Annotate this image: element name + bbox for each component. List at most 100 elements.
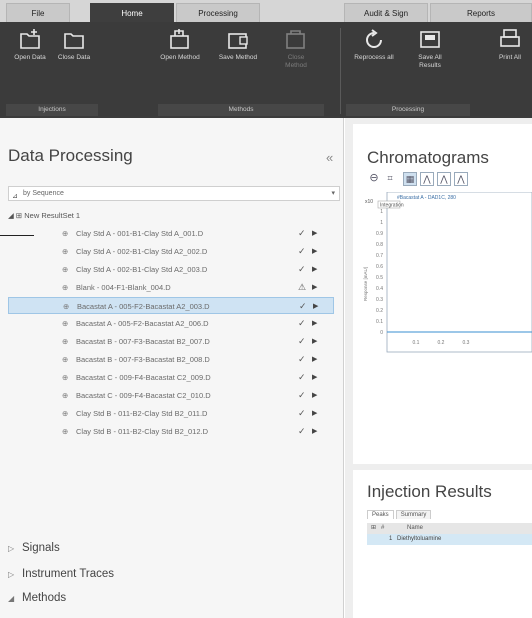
y-tick: 0.8: [376, 242, 383, 248]
y-tick: 0: [380, 330, 383, 336]
injection-label: Clay Std A - 001-B1-Clay Std A_001.D: [76, 229, 204, 238]
play-icon[interactable]: ▶: [312, 279, 317, 296]
tab-peaks[interactable]: Peaks: [367, 510, 394, 519]
save-all-results-button[interactable]: Save All Results: [410, 28, 450, 94]
table-row[interactable]: ⊕ Clay Std B - 011-B2-Clay Std B2_011.D …: [8, 405, 334, 422]
tab-audit-sign[interactable]: Audit & Sign: [344, 3, 428, 22]
y-tick: 0.9: [376, 231, 383, 237]
close-method-icon: [286, 30, 305, 49]
injection-label: Bacastat B - 007-F3-Bacastat B2_008.D: [76, 355, 210, 364]
y-axis-label: Response [mAU]: [363, 267, 368, 301]
section-instrument-traces-label: Instrument Traces: [22, 568, 115, 580]
table-row[interactable]: ⊕ Blank - 004-F1-Blank_004.D ⚠ ▶: [8, 279, 334, 296]
status-check-icon: ✓: [298, 408, 306, 418]
play-icon[interactable]: ▶: [312, 351, 317, 368]
peak-name: Diethyltoluamine: [397, 536, 442, 542]
play-icon[interactable]: ▶: [312, 315, 317, 332]
x-tick: 0.3: [463, 340, 470, 346]
injection-icon: ⊕: [63, 302, 70, 311]
save-method-icon: [228, 33, 248, 49]
table-row[interactable]: ⊕ Bacastat B - 007-F3-Bacastat B2_007.D …: [8, 333, 334, 350]
play-icon[interactable]: ▶: [312, 261, 317, 278]
reprocess-all-button[interactable]: Reprocess all: [354, 28, 394, 94]
tab-file[interactable]: File: [6, 3, 70, 22]
expand-icon[interactable]: ⊞: [371, 523, 376, 534]
status-check-icon: ✓: [298, 318, 306, 328]
tab-processing[interactable]: Processing: [176, 3, 260, 22]
injection-label: Clay Std A - 002-B1-Clay Std A2_002.D: [76, 247, 208, 256]
table-row[interactable]: ⊕ Clay Std A - 002-B1-Clay Std A2_003.D …: [8, 261, 334, 278]
header-name: Name: [407, 525, 424, 531]
chart-view-icon[interactable]: ⋀: [420, 172, 434, 186]
open-method-icon: [170, 29, 189, 49]
overlay-icon[interactable]: ⌗: [383, 172, 397, 186]
zoom-icon[interactable]: ⊖: [367, 172, 381, 186]
grouping-combo[interactable]: ⊿ by Sequence ▾: [8, 186, 340, 201]
save-all-results-label: Save All Results: [418, 54, 442, 69]
table-row[interactable]: ⊕ Bacastat B - 007-F3-Bacastat B2_008.D …: [8, 351, 334, 368]
play-icon[interactable]: ▶: [312, 405, 317, 422]
table-row[interactable]: ⊕ Clay Std A - 001-B1-Clay Std A_001.D ✓…: [8, 225, 334, 242]
injection-icon: ⊕: [62, 337, 69, 346]
injection-table-header: ⊞ # Name: [367, 523, 532, 534]
print-all-button[interactable]: Print All: [490, 28, 530, 94]
table-row[interactable]: ⊕ Clay Std B - 011-B2-Clay Std B2_012.D …: [8, 423, 334, 440]
close-data-button[interactable]: Close Data: [54, 28, 94, 94]
status-warning-icon: ⚠: [298, 282, 307, 292]
injection-results-panel: Injection Results Peaks Summary ⊞ # Name …: [353, 470, 532, 618]
status-check-icon: ✓: [298, 228, 306, 238]
chart-view-3-icon[interactable]: ⋀: [454, 172, 468, 186]
open-data-button[interactable]: Open Data: [10, 28, 50, 94]
chromatogram-plot[interactable]: #Bacastat A - DAD1C, 280 Integration x10…: [361, 192, 532, 412]
close-method-label: Close Method: [285, 54, 307, 69]
play-icon[interactable]: ▶: [312, 243, 317, 260]
play-icon[interactable]: ▶: [313, 298, 318, 315]
data-processing-panel: Data Processing « ⊿ by Sequence ▾ ◢ ⊞ Ne…: [0, 118, 344, 618]
ribbon-separator: [340, 28, 341, 114]
y-tick: 0.2: [376, 308, 383, 314]
divider: [0, 235, 34, 236]
ribbon-tab-bar: File Home Processing Audit & Sign Report…: [0, 0, 532, 22]
table-row[interactable]: 1 Diethyltoluamine: [367, 534, 532, 545]
table-row[interactable]: ⊕ Bacastat C - 009-F4-Bacastat C2_010.D …: [8, 387, 334, 404]
injection-label: Bacastat C - 009-F4-Bacastat C2_009.D: [76, 373, 211, 382]
grid-view-icon[interactable]: ▦: [403, 172, 417, 186]
table-row[interactable]: ⊕ Clay Std A - 002-B1-Clay Std A2_002.D …: [8, 243, 334, 260]
print-icon: [500, 29, 520, 47]
status-check-icon: ✓: [298, 426, 306, 436]
section-signals-label: Signals: [22, 542, 60, 554]
section-methods[interactable]: ◢ Methods: [8, 592, 66, 604]
status-check-icon: ✓: [299, 301, 307, 311]
section-instrument-traces[interactable]: ▷ Instrument Traces: [8, 568, 114, 580]
reprocess-icon: [366, 29, 382, 48]
injection-icon: ⊕: [62, 265, 69, 274]
table-row[interactable]: ⊕ Bacastat C - 009-F4-Bacastat C2_009.D …: [8, 369, 334, 386]
reprocess-all-label: Reprocess all: [354, 54, 394, 61]
tab-summary[interactable]: Summary: [395, 510, 432, 519]
print-all-label: Print All: [498, 54, 522, 61]
tab-home[interactable]: Home: [90, 3, 174, 22]
play-icon[interactable]: ▶: [312, 225, 317, 242]
close-method-button[interactable]: Close Method: [276, 28, 316, 94]
play-icon[interactable]: ▶: [312, 423, 317, 440]
play-icon[interactable]: ▶: [312, 369, 317, 386]
x-tick: 0.1: [413, 340, 420, 346]
save-method-button[interactable]: Save Method: [218, 28, 258, 94]
section-signals[interactable]: ▷ Signals: [8, 542, 60, 554]
group-processing-label: Processing: [346, 104, 470, 116]
injection-results-title: Injection Results: [367, 482, 492, 501]
open-method-button[interactable]: Open Method: [160, 28, 200, 94]
play-icon[interactable]: ▶: [312, 387, 317, 404]
table-row[interactable]: ⊕ Bacastat A - 005-F2-Bacastat A2_006.D …: [8, 315, 334, 332]
tree-root-resultset[interactable]: ◢ ⊞ New ResultSet 1: [8, 209, 80, 223]
collapse-panel-icon[interactable]: «: [326, 150, 333, 165]
chart-view-2-icon[interactable]: ⋀: [437, 172, 451, 186]
table-row-selected[interactable]: ⊕ Bacastat A - 005-F2-Bacastat A2_003.D …: [8, 297, 334, 314]
chromatograms-panel: Chromatograms ⊖ ⌗ ▦ ⋀ ⋀ ⋀ #Bacastat A - …: [353, 124, 532, 464]
tab-reports[interactable]: Reports: [430, 3, 532, 22]
y-ticks: 1 1 0.9 0.8 0.7 0.6 0.5 0.4 0.3 0.2 0.1 …: [376, 209, 383, 336]
group-methods-label: Methods: [158, 104, 324, 116]
play-icon[interactable]: ▶: [312, 333, 317, 350]
injection-icon: ⊕: [62, 427, 69, 436]
y-tick: 0.3: [376, 297, 383, 303]
